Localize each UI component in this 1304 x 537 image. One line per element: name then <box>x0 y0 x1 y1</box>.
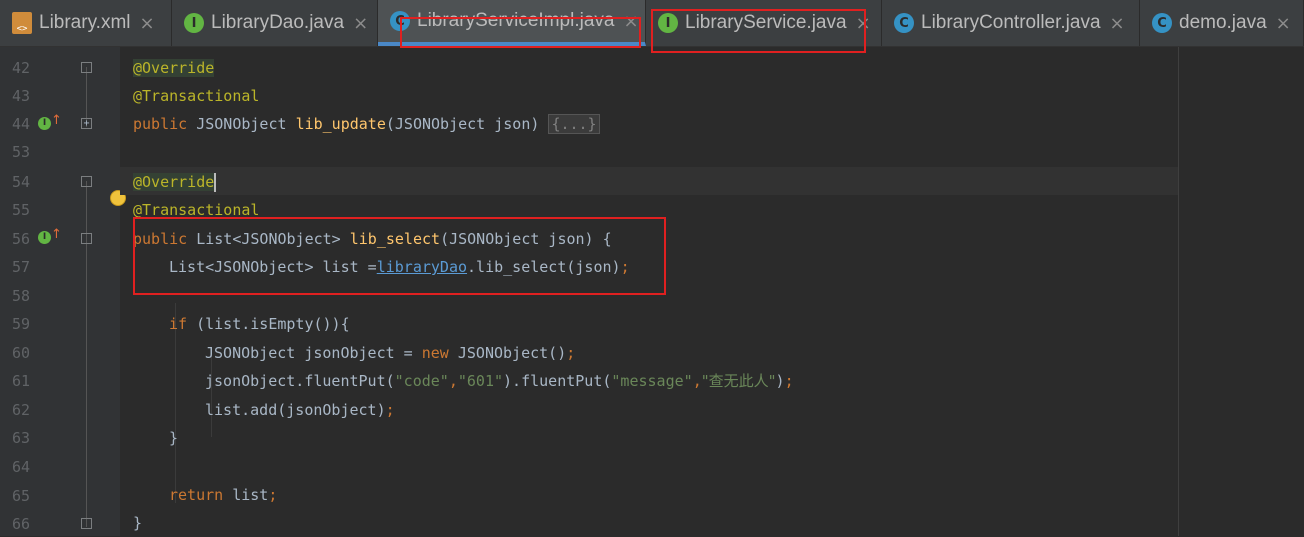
line-number: 44 <box>11 115 30 133</box>
close-icon[interactable]: × <box>856 13 871 34</box>
line-number: 63 <box>11 429 30 447</box>
fold-toggle-icon[interactable] <box>81 233 92 244</box>
fold-toggle-icon[interactable] <box>81 176 92 187</box>
line-number: 54 <box>11 173 30 191</box>
tab-label: LibraryService.java <box>685 12 847 33</box>
text-caret <box>214 173 217 192</box>
line-number: 59 <box>11 315 30 333</box>
code-line-42: @Override <box>133 59 215 77</box>
line-number: 55 <box>11 201 30 219</box>
line-number: 61 <box>11 372 30 390</box>
line-number: 57 <box>11 258 30 276</box>
code-line-63: } <box>169 429 179 447</box>
tab-libraryservice-java[interactable]: I LibraryService.java × <box>646 0 882 46</box>
close-icon[interactable]: × <box>1276 13 1291 34</box>
editor-tab-bar: <> Library.xml × I LibraryDao.java × C L… <box>0 0 1304 47</box>
code-line-65: return list; <box>169 486 278 504</box>
line-number: 64 <box>11 458 30 476</box>
tab-label: demo.java <box>1179 12 1267 33</box>
line-number: 43 <box>11 87 30 105</box>
tab-library-xml[interactable]: <> Library.xml × <box>0 0 172 46</box>
line-number: 66 <box>11 515 30 533</box>
interface-icon: I <box>658 13 678 33</box>
tab-label: LibraryController.java <box>921 12 1101 33</box>
close-icon[interactable]: × <box>1110 13 1125 34</box>
code-line-55: @Transactional <box>133 201 260 219</box>
class-icon: C <box>390 11 410 31</box>
interface-icon: I <box>184 13 204 33</box>
line-number: 60 <box>11 344 30 362</box>
implements-icon[interactable]: I <box>38 117 51 130</box>
editor-gutter: 42 43 44 53 54 55 56 57 58 59 60 61 62 6… <box>0 47 126 536</box>
collapsed-block[interactable]: {...} <box>548 114 600 134</box>
arrow-up-icon: ↑ <box>51 113 62 128</box>
line-number: 62 <box>11 401 30 419</box>
tab-demo-java[interactable]: C demo.java × <box>1140 0 1304 46</box>
implements-icon[interactable]: I <box>38 231 51 244</box>
tab-librarycontroller-java[interactable]: C LibraryController.java × <box>882 0 1140 46</box>
fold-toggle-icon[interactable] <box>81 62 92 73</box>
code-line-57: List<JSONObject> list =libraryDao.lib_se… <box>169 258 630 276</box>
line-number: 65 <box>11 487 30 505</box>
code-line-66: } <box>133 514 143 532</box>
fold-expand-icon[interactable]: + <box>81 118 92 129</box>
class-icon: C <box>894 13 914 33</box>
code-line-59: if (list.isEmpty()){ <box>169 315 350 333</box>
line-number: 56 <box>11 230 30 248</box>
close-icon[interactable]: × <box>623 11 638 32</box>
code-line-61: jsonObject.fluentPut("code","601").fluen… <box>205 372 794 390</box>
tab-label: Library.xml <box>39 12 131 33</box>
xml-file-icon: <> <box>12 12 32 34</box>
code-line-60: JSONObject jsonObject = new JSONObject()… <box>205 344 576 362</box>
fold-toggle-icon[interactable] <box>81 518 92 529</box>
tab-libraryserviceimpl-java[interactable]: C LibraryServiceImpl.java × <box>378 0 646 46</box>
code-editor[interactable]: @Override @Transactional public JSONObje… <box>120 47 1178 536</box>
line-number: 53 <box>11 143 30 161</box>
line-number: 42 <box>11 59 30 77</box>
class-icon: C <box>1152 13 1172 33</box>
tab-label: LibraryServiceImpl.java <box>417 10 615 31</box>
right-margin-guide <box>1178 47 1179 536</box>
line-number: 58 <box>11 287 30 305</box>
code-line-56: public List<JSONObject> lib_select(JSONO… <box>133 230 612 248</box>
code-line-43: @Transactional <box>133 87 260 105</box>
field-reference[interactable]: libraryDao <box>377 258 467 276</box>
arrow-up-icon: ↑ <box>51 227 62 242</box>
code-line-54: @Override <box>133 173 217 192</box>
close-icon[interactable]: × <box>140 13 155 34</box>
code-line-44: public JSONObject lib_update(JSONObject … <box>133 110 600 138</box>
close-icon[interactable]: × <box>353 13 368 34</box>
code-line-62: list.add(jsonObject); <box>205 401 395 419</box>
tab-label: LibraryDao.java <box>211 12 345 33</box>
tab-librarydao-java[interactable]: I LibraryDao.java × <box>172 0 378 46</box>
